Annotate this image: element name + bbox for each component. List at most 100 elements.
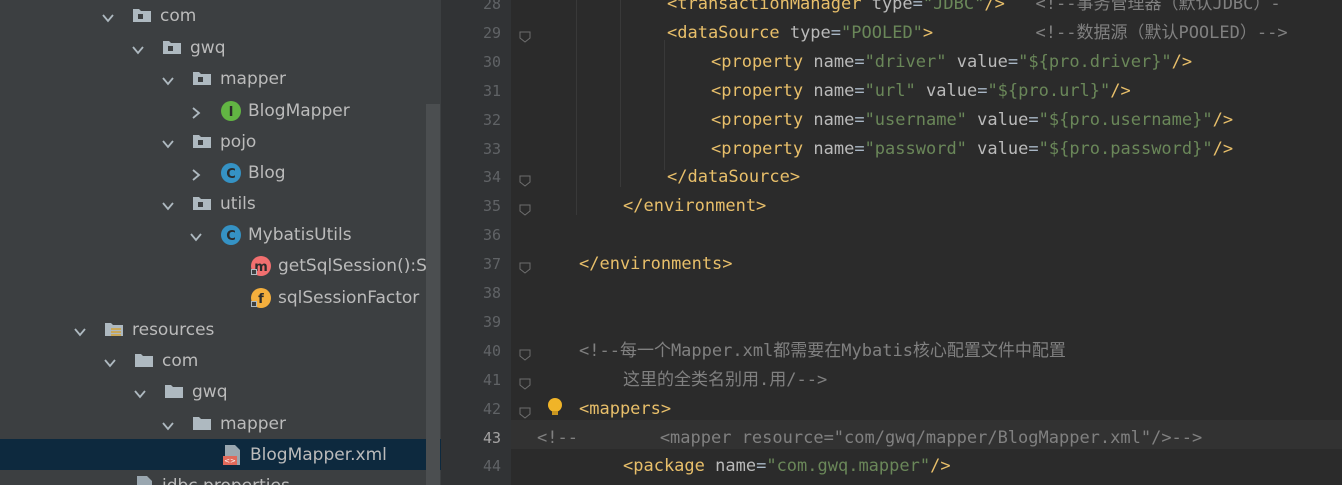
intention-bulb-icon[interactable] xyxy=(546,397,564,417)
tree-item[interactable]: gwq xyxy=(0,376,441,407)
chevron-down-icon[interactable] xyxy=(162,72,174,86)
fold-marker-icon[interactable] xyxy=(519,201,531,216)
line-number: 44 xyxy=(482,457,501,476)
package-folder-icon xyxy=(192,131,212,151)
chevron-right-icon[interactable] xyxy=(190,104,202,119)
tree-item-label: mapper xyxy=(220,69,287,89)
tree-item-label: BlogMapper xyxy=(248,101,350,121)
code-token-attr: type xyxy=(789,22,831,43)
code-token-plain: = xyxy=(1007,51,1019,72)
chevron-down-icon[interactable] xyxy=(132,41,144,55)
code-token-comment: <!--事务管理器（默认JDBC）- xyxy=(1004,0,1281,14)
tree-item[interactable]: <> BlogMapper.xml xyxy=(0,439,441,470)
code-token-attr: value xyxy=(956,51,1008,72)
code-line[interactable]: <!-- <mapper resource="com/gwq/mapper/Bl… xyxy=(537,424,1202,452)
tree-item[interactable]: I BlogMapper xyxy=(0,95,441,126)
tree-item[interactable]: jdbc.properties xyxy=(0,470,441,485)
code-token-val: "${pro.password}" xyxy=(1038,138,1213,159)
code-line[interactable]: <property name="password" value="${pro.p… xyxy=(537,135,1233,163)
line-number: 32 xyxy=(482,110,501,129)
tree-item[interactable]: gwq xyxy=(0,32,441,63)
svg-text:C: C xyxy=(226,229,236,244)
code-line[interactable]: <package name="com.gwq.mapper"/> xyxy=(537,452,951,480)
fold-marker-icon[interactable] xyxy=(519,259,531,274)
tree-item[interactable]: m getSqlSession():S xyxy=(0,250,441,281)
tree-item-label: Blog xyxy=(248,163,286,183)
code-token-plain: = xyxy=(854,109,865,130)
fold-marker-icon[interactable] xyxy=(519,375,531,390)
code-token-plain: = xyxy=(912,0,923,14)
line-number: 33 xyxy=(482,139,501,158)
code-token-val: "password" xyxy=(864,138,967,159)
tree-item[interactable]: com xyxy=(0,0,441,31)
chevron-down-icon[interactable] xyxy=(190,228,202,242)
tree-item-label: gwq xyxy=(192,382,228,402)
chevron-down-icon[interactable] xyxy=(74,323,86,337)
tree-item-label: MybatisUtils xyxy=(248,225,352,245)
code-token-tag: /> xyxy=(930,456,951,477)
tree-item[interactable]: f sqlSessionFactor xyxy=(0,282,441,313)
line-number: 35 xyxy=(482,197,501,216)
code-token-attr: type xyxy=(871,0,913,14)
code-token-tag: <transactionManager xyxy=(667,0,872,14)
chevron-down-icon[interactable] xyxy=(162,135,174,149)
tree-item[interactable]: mapper xyxy=(0,63,441,94)
code-token-plain: = xyxy=(830,22,842,43)
tree-item-label: pojo xyxy=(220,132,257,152)
code-line[interactable]: <transactionManager type="JDBC"/> <!--事务… xyxy=(537,0,1281,18)
code-line[interactable]: </environment> xyxy=(537,192,766,220)
line-number: 40 xyxy=(482,341,501,360)
tree-item-label: com xyxy=(162,351,199,371)
folder-icon xyxy=(134,350,154,370)
code-token-attr: name xyxy=(715,456,757,477)
fold-marker-icon[interactable] xyxy=(519,404,531,419)
line-number-gutter: 28 29 30 31 32 33 34 35 36 37 38 39 40 41 42 43 44 xyxy=(441,0,511,485)
code-token-tag: <property xyxy=(711,51,814,72)
tree-item[interactable]: C Blog xyxy=(0,157,441,188)
code-token-attr: name xyxy=(813,109,855,130)
tree-item-label: gwq xyxy=(190,38,226,58)
chevron-down-icon[interactable] xyxy=(162,197,174,211)
tree-item[interactable]: utils xyxy=(0,188,441,219)
code-token-comment: 这里的全类名别用.用/--> xyxy=(623,369,828,390)
code-token-tag: /> xyxy=(1110,80,1131,101)
fold-marker-icon[interactable] xyxy=(519,28,531,43)
chevron-down-icon[interactable] xyxy=(102,9,114,23)
code-token-val: "username" xyxy=(864,109,967,130)
folder-icon xyxy=(192,413,212,433)
line-number: 34 xyxy=(482,168,501,187)
code-line[interactable]: 这里的全类名别用.用/--> xyxy=(537,366,827,394)
code-line[interactable]: <dataSource type="POOLED"> <!--数据源（默认POO… xyxy=(537,19,1288,47)
line-number: 31 xyxy=(482,81,501,100)
code-token-tag: </environment> xyxy=(623,196,767,217)
tree-item[interactable]: resources xyxy=(0,314,441,345)
xml-file-icon: <> xyxy=(222,444,242,465)
code-line[interactable]: </environments> xyxy=(537,250,733,278)
chevron-down-icon[interactable] xyxy=(162,417,174,431)
tree-item[interactable]: com xyxy=(0,345,441,376)
fold-marker-icon[interactable] xyxy=(519,172,531,188)
tree-item[interactable]: pojo xyxy=(0,126,441,157)
chevron-down-icon[interactable] xyxy=(134,385,146,399)
code-token-val: "url" xyxy=(864,80,916,101)
svg-text:I: I xyxy=(229,105,234,120)
line-number: 29 xyxy=(482,23,501,42)
code-line[interactable]: <property name="driver" value="${pro.dri… xyxy=(537,48,1192,76)
code-line[interactable]: <!--每一个Mapper.xml都需要在Mybatis核心配置文件中配置 xyxy=(537,337,1066,365)
code-line[interactable]: <property name="url" value="${pro.url}"/… xyxy=(537,77,1131,105)
code-token-attr: name xyxy=(813,80,855,101)
tree-item[interactable]: mapper xyxy=(0,408,441,439)
code-token-tag: /> xyxy=(1212,138,1234,159)
code-token-plain: = xyxy=(1028,109,1039,130)
line-number: 39 xyxy=(482,312,501,331)
code-line[interactable]: <property name="username" value="${pro.u… xyxy=(537,106,1233,134)
tree-scrollbar[interactable] xyxy=(426,104,440,485)
code-token-tag: <property xyxy=(711,109,814,130)
interface-icon: I xyxy=(220,100,241,121)
fold-marker-icon[interactable] xyxy=(519,346,531,361)
tree-item[interactable]: C MybatisUtils xyxy=(0,219,441,250)
chevron-down-icon[interactable] xyxy=(104,354,116,368)
chevron-right-icon[interactable] xyxy=(190,166,202,181)
